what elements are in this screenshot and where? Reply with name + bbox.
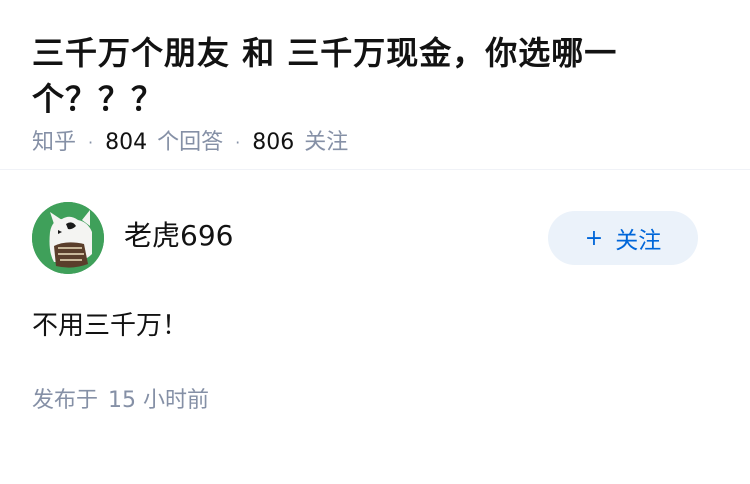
follower-count: 806 [252, 130, 295, 155]
avatar[interactable] [32, 202, 104, 274]
source-label[interactable]: 知乎 [32, 128, 76, 158]
separator-dot: · [88, 133, 94, 152]
question-meta: 知乎 · 804 个回答 · 806 关注 [32, 128, 718, 158]
publish-time: 发布于 15 小时前 [32, 386, 209, 416]
author-row: 老虎696 + 关注 [32, 202, 718, 274]
follower-count-label: 关注 [304, 130, 349, 155]
answer-count-label: 个回答 [157, 130, 224, 155]
follow-button[interactable]: + 关注 [548, 211, 698, 265]
answer-count: 804 [105, 130, 148, 155]
answer-content[interactable]: 不用三千万！ [32, 308, 188, 344]
publish-time-value: 15 小时前 [108, 388, 210, 413]
follow-button-label: 关注 [615, 228, 662, 254]
question-header: 三千万个朋友 和 三千万现金，你选哪一个？？？ 知乎 · 804 个回答 · 8… [0, 0, 750, 170]
author-name[interactable]: 老虎696 [124, 218, 233, 254]
separator-dot: · [235, 133, 241, 152]
question-title[interactable]: 三千万个朋友 和 三千万现金，你选哪一个？？？ [32, 30, 692, 122]
plus-icon: + [584, 225, 604, 251]
publish-prefix: 发布于 [32, 388, 99, 413]
avatar-image [32, 202, 104, 274]
